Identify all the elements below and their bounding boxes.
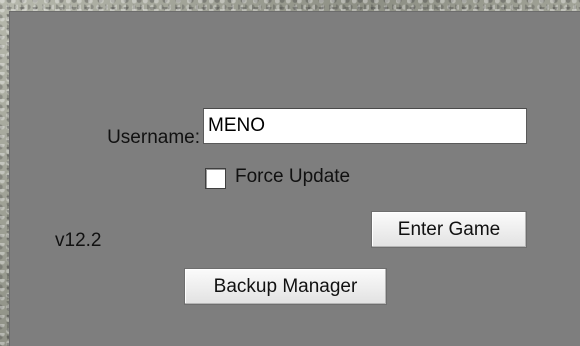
username-input[interactable] bbox=[203, 108, 527, 144]
login-panel: Username: Force Update v12.2 Enter Game … bbox=[9, 11, 580, 346]
force-update-label[interactable]: Force Update bbox=[235, 166, 350, 188]
version-label: v12.2 bbox=[55, 230, 102, 251]
username-label: Username: bbox=[107, 127, 200, 148]
force-update-checkbox[interactable] bbox=[205, 168, 226, 189]
backup-manager-button[interactable]: Backup Manager bbox=[184, 268, 387, 305]
enter-game-button[interactable]: Enter Game bbox=[371, 211, 527, 248]
